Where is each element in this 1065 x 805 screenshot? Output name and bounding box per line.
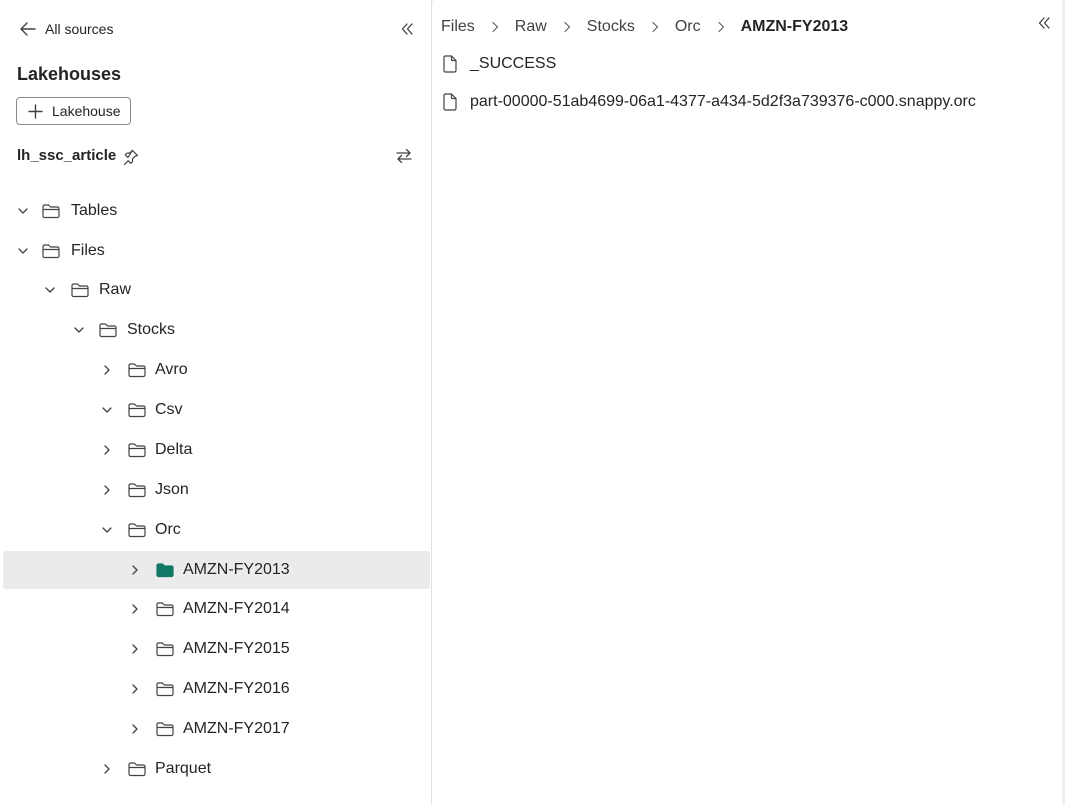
folder-filled-icon: [156, 563, 174, 578]
chevron-down-icon[interactable]: [100, 403, 114, 417]
chevron-right-icon[interactable]: [100, 443, 114, 457]
all-sources-label: All sources: [45, 21, 114, 37]
tree-item-label: Stocks: [127, 321, 176, 338]
tree-item-label: Tables: [71, 202, 118, 219]
collapse-files-view-button[interactable]: [1033, 12, 1055, 34]
plus-icon: [28, 103, 43, 119]
tree-item-amzn-fy2016[interactable]: AMZN-FY2016: [3, 670, 430, 708]
chevron-down-icon[interactable]: [16, 204, 30, 218]
tree-item-label: Files: [71, 242, 105, 259]
tree-item-label: Csv: [155, 401, 183, 418]
chevron-right-icon: [717, 21, 724, 33]
tree-item-label: Orc: [155, 521, 181, 538]
chevron-right-icon[interactable]: [128, 642, 142, 656]
file-item[interactable]: _SUCCESS: [441, 52, 556, 76]
tree-item-label: AMZN-FY2017: [183, 720, 290, 737]
folder-icon: [156, 602, 174, 617]
tree-item-parquet[interactable]: Parquet: [3, 750, 430, 788]
folder-icon: [156, 642, 174, 657]
folder-icon: [128, 523, 146, 538]
breadcrumb: Files Raw Stocks Orc AMZN-FY2013: [441, 16, 848, 38]
folder-icon: [42, 204, 60, 219]
current-lakehouse-name: lh_ssc_article: [17, 147, 117, 164]
breadcrumb-item-files[interactable]: Files: [441, 18, 475, 36]
document-icon: [443, 93, 457, 111]
breadcrumb-item-raw[interactable]: Raw: [515, 18, 547, 36]
chevron-right-icon[interactable]: [128, 563, 142, 577]
folder-icon: [99, 323, 117, 338]
folder-icon: [42, 244, 60, 259]
double-chevron-left-icon: [1038, 17, 1050, 29]
file-name: part-00000-51ab4699-06a1-4377-a434-5d2f3…: [470, 93, 976, 110]
folder-icon: [128, 403, 146, 418]
file-name: _SUCCESS: [470, 55, 557, 72]
tree-item-label: AMZN-FY2014: [183, 600, 290, 617]
chevron-right-icon: [652, 21, 658, 33]
tree-item-stocks[interactable]: Stocks: [3, 311, 430, 349]
tree-item-label: Parquet: [155, 760, 212, 777]
breadcrumb-item-stocks[interactable]: Stocks: [587, 18, 635, 36]
tree-item-orc[interactable]: Orc: [3, 511, 430, 549]
tree-item-amzn-fy2013[interactable]: AMZN-FY2013: [3, 551, 430, 589]
tree-item-label: Avro: [155, 361, 188, 378]
breadcrumb-current: AMZN-FY2013: [740, 18, 849, 35]
tree-item-label: AMZN-FY2016: [183, 680, 290, 697]
tree-item-tables[interactable]: Tables: [3, 192, 430, 230]
swap-arrows-icon[interactable]: [394, 146, 414, 166]
add-lakehouse-label: Lakehouse: [52, 103, 121, 119]
tree-item-amzn-fy2017[interactable]: AMZN-FY2017: [3, 710, 430, 748]
chevron-down-icon[interactable]: [72, 323, 86, 337]
chevron-down-icon[interactable]: [100, 523, 114, 537]
chevron-right-icon[interactable]: [100, 483, 114, 497]
tree-item-label: Delta: [155, 441, 193, 458]
collapse-explorer-button[interactable]: [396, 18, 418, 40]
lakehouses-heading: Lakehouses: [17, 64, 122, 84]
chevron-right-icon[interactable]: [128, 722, 142, 736]
tree-item-amzn-fy2014[interactable]: AMZN-FY2014: [3, 590, 430, 628]
tree-item-csv[interactable]: Csv: [3, 391, 430, 429]
folder-icon: [156, 682, 174, 697]
add-lakehouse-button[interactable]: Lakehouse: [16, 97, 131, 125]
chevron-right-icon: [564, 21, 570, 33]
folder-icon: [156, 722, 174, 737]
tree-item-amzn-fy2015[interactable]: AMZN-FY2015: [3, 630, 430, 668]
folder-icon: [71, 283, 89, 298]
tree-item-raw[interactable]: Raw: [3, 271, 430, 309]
folder-icon: [128, 363, 146, 378]
folder-icon: [128, 443, 146, 458]
document-icon: [443, 55, 457, 73]
folder-icon: [128, 762, 146, 777]
tree-item-delta[interactable]: Delta: [3, 431, 430, 469]
double-chevron-left-icon: [401, 23, 413, 35]
file-item[interactable]: part-00000-51ab4699-06a1-4377-a434-5d2f3…: [441, 90, 976, 114]
explorer-pane: All sources Lakehouses Lakehouse lh_ssc_…: [0, 0, 432, 805]
breadcrumb-item-orc[interactable]: Orc: [675, 18, 701, 36]
folder-icon: [128, 483, 146, 498]
chevron-right-icon: [492, 21, 498, 33]
tree-item-label: AMZN-FY2013: [183, 561, 290, 578]
arrow-left-icon: [20, 22, 36, 36]
tree-item-label: Raw: [99, 281, 132, 298]
chevron-down-icon[interactable]: [43, 283, 57, 297]
tree-item-avro[interactable]: Avro: [3, 351, 430, 389]
chevron-right-icon[interactable]: [128, 602, 142, 616]
chevron-right-icon[interactable]: [100, 762, 114, 776]
chevron-right-icon[interactable]: [100, 363, 114, 377]
chevron-down-icon[interactable]: [16, 244, 30, 258]
tree-item-json[interactable]: Json: [3, 471, 430, 509]
chevron-right-icon[interactable]: [128, 682, 142, 696]
pin-icon[interactable]: [122, 148, 140, 166]
tree-item-label: Json: [155, 481, 189, 498]
all-sources-link[interactable]: All sources: [18, 18, 113, 40]
tree-item-files[interactable]: Files: [3, 232, 430, 270]
tree-item-label: AMZN-FY2015: [183, 640, 290, 657]
files-view-pane: [433, 0, 1065, 805]
